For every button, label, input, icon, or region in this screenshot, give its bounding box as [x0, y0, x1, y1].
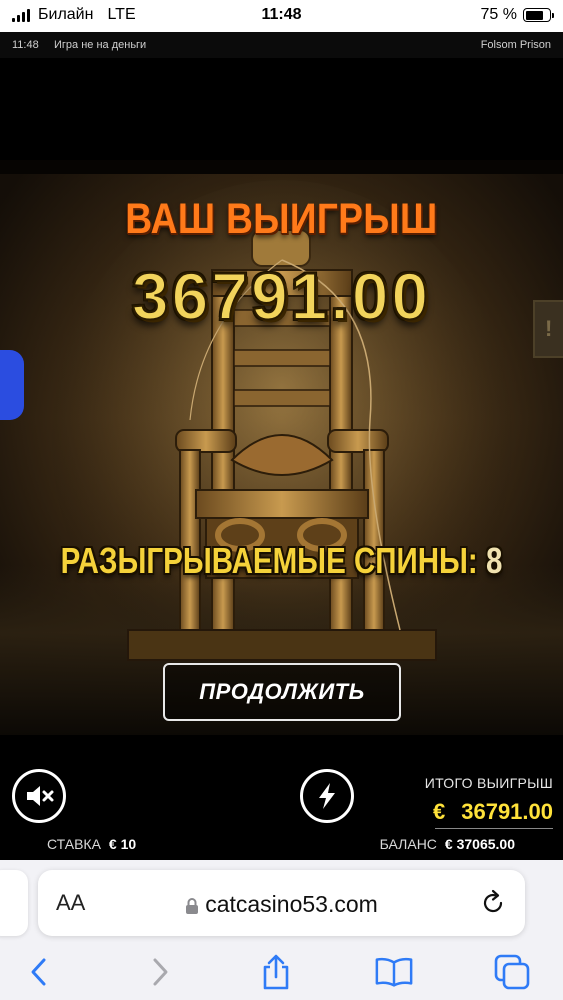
continue-button[interactable]: ПРОДОЛЖИТЬ — [163, 663, 401, 721]
share-icon — [263, 954, 289, 990]
lock-icon — [186, 897, 199, 914]
win-amount: 36791.00 — [131, 258, 432, 334]
free-spins-count: 8 — [485, 540, 503, 581]
address-bar[interactable]: AA catcasino53.com — [38, 870, 525, 936]
browser-toolbar — [0, 948, 563, 1000]
bookmarks-button[interactable] — [374, 952, 414, 992]
status-right: 75 % — [480, 6, 554, 24]
share-button[interactable] — [256, 952, 296, 992]
side-menu-tab[interactable] — [0, 350, 24, 420]
speaker-muted-icon — [27, 786, 54, 806]
browser-chrome: AA catcasino53.com — [0, 860, 563, 1000]
balance-display: БАЛАНС € 37065.00 — [380, 836, 515, 852]
game-name: Folsom Prison — [480, 39, 551, 51]
mute-button[interactable] — [12, 769, 66, 823]
total-win-label: ИТОГО ВЫИГРЫШ — [424, 775, 553, 791]
game-mode-label: Игра не на деньги — [54, 39, 147, 51]
reload-icon[interactable] — [479, 889, 507, 917]
total-win-display: € 36791.00 — [432, 795, 553, 829]
total-win-value: 36791.00 — [461, 798, 553, 824]
free-spins-label: РАЗЫГРЫВАЕМЫЕ СПИНЫ: — [60, 540, 478, 581]
win-title: ВАШ ВЫИГРЫШ — [125, 195, 438, 243]
url-host: catcasino53.com — [205, 891, 378, 917]
letterbox-top — [0, 58, 563, 160]
free-spins-line: РАЗЫГРЫВАЕМЫЕ СПИНЫ: 8 — [51, 540, 513, 582]
turbo-button[interactable] — [300, 769, 354, 823]
lightning-bolt-icon — [319, 783, 335, 809]
tabs-icon — [494, 954, 530, 990]
book-icon — [375, 957, 413, 987]
battery-percent: 75 % — [480, 6, 517, 23]
stake-label: СТАВКА — [47, 836, 101, 852]
balance-label: БАЛАНС — [379, 836, 437, 852]
balance-value: € 37065.00 — [444, 836, 515, 852]
chevron-left-icon — [31, 958, 46, 986]
status-time: 11:48 — [261, 6, 302, 23]
game-control-bar: ИТОГО ВЫИГРЫШ € 36791.00 СТАВКА € 10 БАЛА… — [0, 735, 563, 860]
tabs-button[interactable] — [492, 952, 532, 992]
url-host-line: catcasino53.com — [38, 891, 525, 918]
back-button[interactable] — [19, 952, 59, 992]
chevron-right-icon — [153, 958, 168, 986]
stake-display: СТАВКА € 10 — [47, 836, 136, 852]
electric-chair-illustration — [52, 180, 512, 700]
status-bar: Билайн LTE 11:48 75 % — [0, 0, 563, 32]
forward-button[interactable] — [140, 952, 180, 992]
total-win-currency: € — [432, 798, 446, 824]
stake-value: € 10 — [108, 836, 137, 852]
game-scene: ! — [0, 160, 563, 735]
game-clock: 11:48 — [12, 39, 39, 51]
battery-icon — [523, 8, 554, 22]
battery-fill — [525, 10, 543, 20]
game-info-bar: 11:48 Игра не на деньги Folsom Prison — [0, 32, 563, 58]
previous-tab-card[interactable] — [0, 870, 28, 936]
